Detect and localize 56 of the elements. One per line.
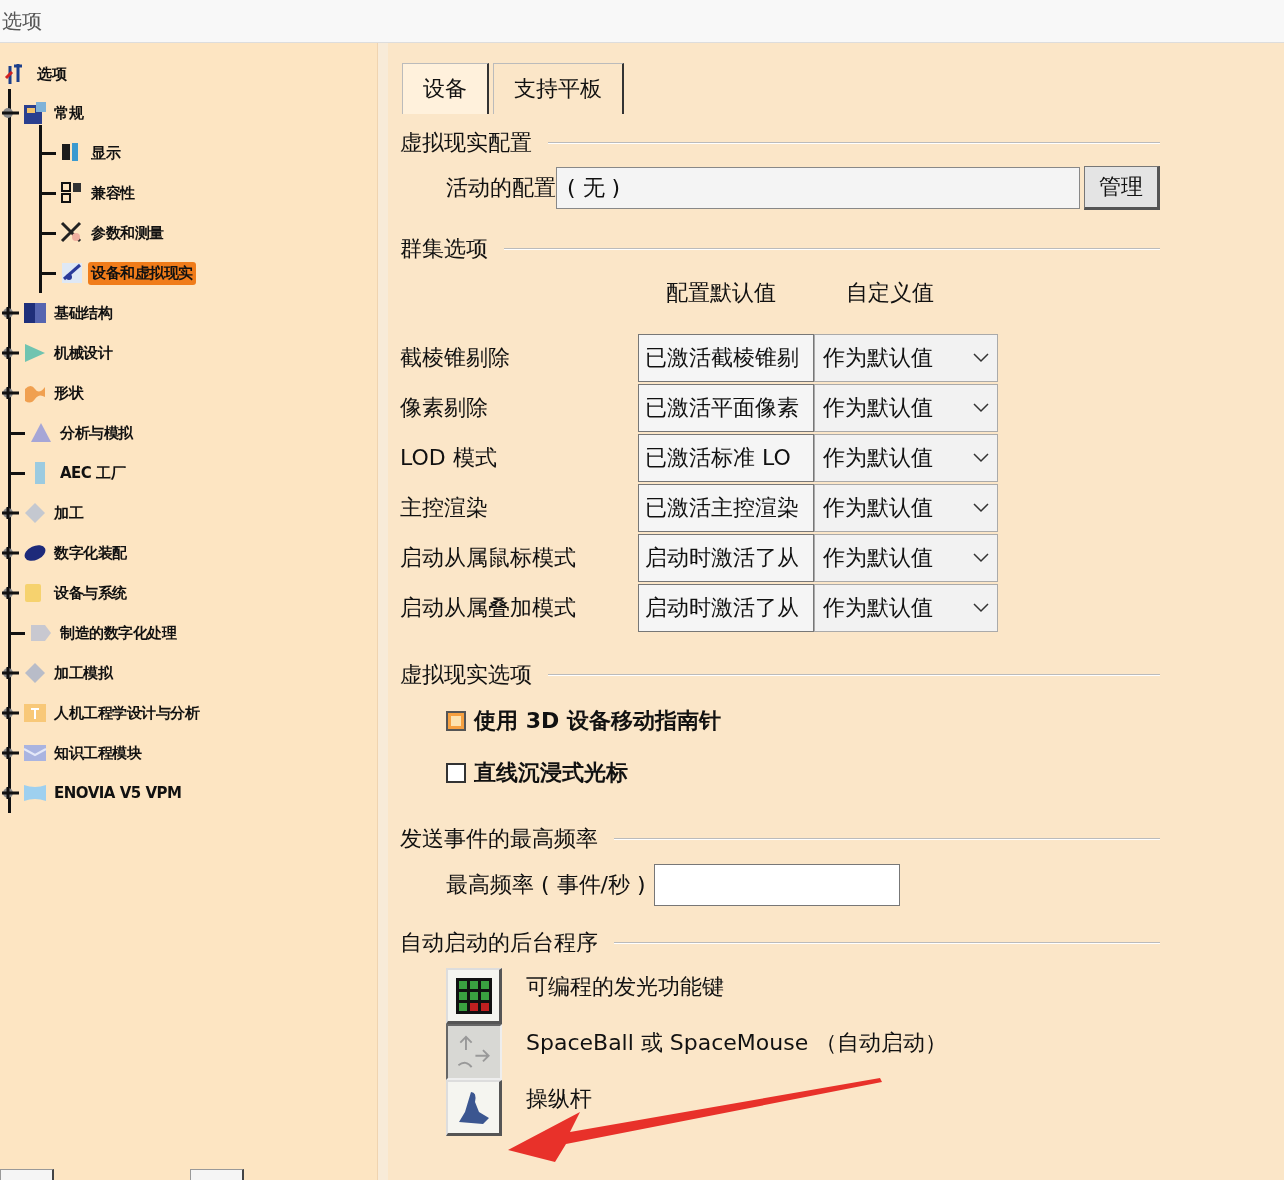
tab[interactable]: 支持平板: [493, 63, 624, 114]
program-label: SpaceBall 或 SpaceMouse （自动启动）: [526, 1029, 948, 1057]
tree-item[interactable]: 选项: [34, 62, 69, 86]
tree-item[interactable]: ENOVIA V5 VPM: [51, 782, 185, 804]
column-header: 配置默认值: [666, 279, 776, 307]
tree-item[interactable]: 常规: [51, 101, 86, 125]
tree-item[interactable]: 制造的数字化处理: [57, 621, 179, 645]
tree-item[interactable]: 设备和虚拟现实: [88, 261, 196, 285]
tree-item[interactable]: 基础结构: [51, 301, 115, 325]
section-title: 发送事件的最高频率: [400, 825, 598, 853]
manage-button[interactable]: 管理: [1084, 166, 1160, 210]
custom-value-dropdown[interactable]: 作为默认值: [814, 534, 998, 582]
tree-item[interactable]: 分析与模拟: [57, 421, 136, 445]
option-label: 主控渲染: [400, 494, 489, 522]
section-title: 群集选项: [400, 235, 488, 263]
tree-item[interactable]: 形状: [51, 381, 86, 405]
checkbox-label: 直线沉浸式光标: [474, 759, 628, 787]
option-label: 启动从属鼠标模式: [400, 544, 577, 572]
config-field[interactable]: ( 无 ): [556, 167, 1080, 209]
custom-value-dropdown[interactable]: 作为默认值: [814, 384, 998, 432]
field-label: 最高频率 ( 事件/秒 ): [446, 871, 646, 899]
column-header: 自定义值: [846, 279, 934, 307]
tree-item[interactable]: 加工模拟: [51, 661, 115, 685]
tree-item[interactable]: 数字化装配: [51, 541, 130, 565]
option-label: LOD 模式: [400, 444, 498, 472]
option-label: 启动从属叠加模式: [400, 594, 577, 622]
default-value-field: 启动时激活了从: [638, 584, 814, 632]
custom-value-dropdown[interactable]: 作为默认值: [814, 434, 998, 482]
tab[interactable]: 设备: [402, 63, 489, 114]
custom-value-dropdown[interactable]: 作为默认值: [814, 334, 998, 382]
default-value-field: 已激活截棱锥剔: [638, 334, 814, 382]
option-label: 像素剔除: [400, 394, 489, 422]
program-label: 操纵杆: [526, 1085, 592, 1113]
option-label: 截棱锥剔除: [400, 344, 511, 372]
tree-item[interactable]: 显示: [88, 141, 123, 165]
tree-item[interactable]: 知识工程模块: [51, 741, 144, 765]
section-title: 自动启动的后台程序: [400, 929, 598, 957]
field-label: 活动的配置: [446, 174, 556, 202]
custom-value-dropdown[interactable]: 作为默认值: [814, 484, 998, 532]
custom-value-dropdown[interactable]: 作为默认值: [814, 584, 998, 632]
checkbox-label: 使用 3D 设备移动指南针: [474, 707, 721, 735]
tree-item[interactable]: 人机工程学设计与分析: [51, 701, 202, 725]
tree-item[interactable]: AEC 工厂: [57, 461, 129, 485]
tree-item[interactable]: 兼容性: [88, 181, 138, 205]
section-title: 虚拟现实选项: [400, 661, 532, 689]
default-value-field: 已激活主控渲染: [638, 484, 814, 532]
default-value-field: 已激活标准 LO: [638, 434, 814, 482]
section-title: 虚拟现实配置: [400, 129, 532, 157]
tree-item[interactable]: 设备与系统: [51, 581, 130, 605]
program-label: 可编程的发光功能键: [526, 973, 724, 1001]
tree-item[interactable]: 参数和测量: [88, 221, 167, 245]
window-title: 选项: [2, 7, 42, 35]
tree-item[interactable]: 机械设计: [51, 341, 115, 365]
default-value-field: 已激活平面像素: [638, 384, 814, 432]
tree-item[interactable]: 加工: [51, 501, 86, 525]
default-value-field: 启动时激活了从: [638, 534, 814, 582]
